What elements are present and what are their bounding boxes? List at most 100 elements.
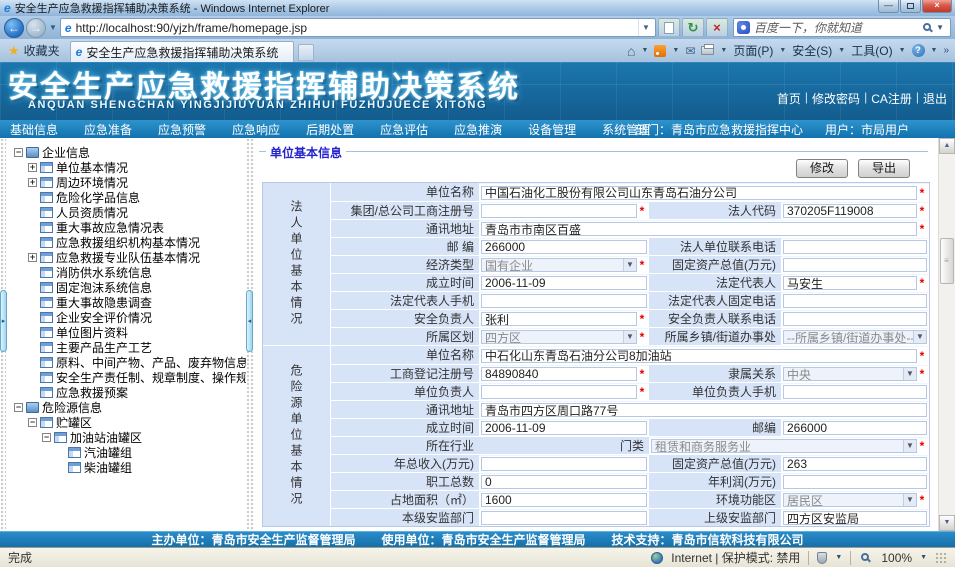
field-input[interactable] [783, 312, 927, 326]
feed-dropdown-icon[interactable]: ▼ [672, 47, 679, 54]
url-input[interactable] [76, 21, 638, 35]
nav-menu-item[interactable]: 应急推演 [454, 121, 502, 138]
tree-item[interactable]: 危险化学品信息 [6, 190, 246, 205]
maximize-button[interactable] [900, 0, 921, 13]
export-button[interactable]: 导出 [858, 159, 910, 178]
field-select[interactable]: 居民区▼ [783, 493, 917, 507]
search-icon[interactable] [923, 23, 931, 31]
address-dropdown-icon[interactable]: ▼ [638, 19, 653, 36]
more-commands-icon[interactable]: » [943, 45, 949, 56]
tree-expander-icon[interactable]: + [28, 163, 37, 172]
tree-item[interactable]: 应急救援预案 [6, 385, 246, 400]
tree-item[interactable]: 汽油罐组 [6, 445, 246, 460]
frame-splitter[interactable]: ◂ [246, 138, 254, 531]
tree-expander-icon[interactable]: − [42, 433, 51, 442]
search-options-icon[interactable]: ▼ [936, 23, 944, 32]
field-select[interactable]: 四方区▼ [481, 330, 637, 344]
search-box[interactable]: ▼ [733, 18, 951, 37]
minimize-button[interactable]: — [878, 0, 899, 13]
favorites-star-icon[interactable]: ★ [8, 43, 20, 59]
browser-tab[interactable]: e 安全生产应急救援指挥辅助决策系统 [70, 41, 294, 62]
help-icon[interactable]: ? [912, 44, 925, 57]
nav-menu-item[interactable]: 应急响应 [232, 121, 280, 138]
zoom-dropdown-icon[interactable]: ▼ [920, 554, 927, 561]
field-input[interactable] [481, 222, 917, 236]
field-input[interactable] [783, 511, 927, 525]
tree-item[interactable]: +周边环境情况 [6, 175, 246, 190]
field-input[interactable] [783, 258, 927, 272]
stop-button[interactable]: × [706, 18, 728, 37]
banner-link[interactable]: CA注册 [871, 90, 912, 107]
banner-link[interactable]: 修改密码 [812, 90, 860, 107]
forward-button[interactable]: → [26, 18, 46, 38]
field-input[interactable] [481, 312, 637, 326]
scrollbar-thumb[interactable]: ≡ [940, 238, 954, 284]
tree-item[interactable]: 安全生产责任制、规章制度、操作规程信息 [6, 370, 246, 385]
banner-link[interactable]: 首页 [777, 90, 801, 107]
field-input[interactable] [481, 186, 917, 200]
tree-item[interactable]: 应急救援组织机构基本情况 [6, 235, 246, 250]
tree-item[interactable]: 原料、中间产物、产品、废弃物信息 [6, 355, 246, 370]
banner-link[interactable]: 退出 [923, 90, 947, 107]
tree-item[interactable]: −企业信息 [6, 145, 246, 160]
search-input[interactable] [754, 21, 921, 35]
modify-button[interactable]: 修改 [796, 159, 848, 178]
refresh-button[interactable]: ↻ [682, 18, 704, 37]
tree-expander-icon[interactable]: + [28, 253, 37, 262]
tree-item[interactable]: −加油站油罐区 [6, 430, 246, 445]
scroll-up-icon[interactable]: ▲ [939, 138, 955, 154]
address-bar[interactable]: e ▼ [60, 18, 656, 37]
field-input[interactable] [783, 240, 927, 254]
page-dropdown-icon[interactable]: ▼ [779, 47, 786, 54]
tree-item[interactable]: 固定泡沫系统信息 [6, 280, 246, 295]
new-tab-button[interactable] [298, 44, 314, 61]
field-input[interactable] [481, 349, 917, 363]
tree-expander-icon[interactable]: − [14, 148, 23, 157]
print-dropdown-icon[interactable]: ▼ [720, 47, 727, 54]
field-input[interactable] [481, 276, 647, 290]
mail-icon[interactable]: ✉ [685, 44, 695, 58]
history-dropdown-icon[interactable]: ▼ [49, 23, 57, 32]
smartscreen-icon[interactable] [817, 552, 827, 564]
nav-menu-item[interactable]: 应急评估 [380, 121, 428, 138]
help-dropdown-icon[interactable]: ▼ [931, 47, 938, 54]
splitter-handle-left[interactable]: ▸ [0, 290, 7, 352]
nav-menu-item[interactable]: 应急准备 [84, 121, 132, 138]
field-input[interactable] [783, 421, 927, 435]
smartscreen-dropdown-icon[interactable]: ▼ [835, 554, 842, 561]
field-input[interactable] [481, 493, 647, 507]
tree-item[interactable]: 人员资质情况 [6, 205, 246, 220]
back-button[interactable]: ← [4, 18, 24, 38]
tree-expander-icon[interactable]: − [28, 418, 37, 427]
tree-item[interactable]: 消防供水系统信息 [6, 265, 246, 280]
zoom-level[interactable]: 100% [881, 551, 912, 565]
left-frame-splitter[interactable]: ▸ [0, 138, 6, 531]
resize-grip[interactable] [935, 552, 947, 564]
nav-menu-item[interactable]: 应急预警 [158, 121, 206, 138]
menu-page[interactable]: 页面(P) [733, 42, 773, 59]
compatibility-view-button[interactable] [658, 18, 680, 37]
field-input[interactable] [783, 204, 917, 218]
field-input[interactable] [783, 276, 917, 290]
feed-icon[interactable] [654, 45, 666, 57]
field-select[interactable]: 中央▼ [783, 367, 917, 381]
field-input[interactable] [481, 403, 927, 417]
field-input[interactable] [783, 385, 927, 399]
home-icon[interactable]: ⌂ [627, 44, 635, 58]
tools-dropdown-icon[interactable]: ▼ [899, 47, 906, 54]
field-input[interactable] [481, 385, 637, 399]
menu-tools[interactable]: 工具(O) [851, 42, 892, 59]
field-input[interactable] [481, 240, 647, 254]
tree-item[interactable]: 重大事故隐患调查 [6, 295, 246, 310]
nav-menu-item[interactable]: 后期处置 [306, 121, 354, 138]
home-dropdown-icon[interactable]: ▼ [641, 47, 648, 54]
field-input[interactable] [481, 367, 637, 381]
nav-menu-item[interactable]: 设备管理 [528, 121, 576, 138]
tree-item[interactable]: +应急救援专业队伍基本情况 [6, 250, 246, 265]
tree-item[interactable]: −危险源信息 [6, 400, 246, 415]
field-select[interactable]: --所属乡镇/街道办事处--▼ [783, 330, 927, 344]
field-input[interactable] [481, 204, 637, 218]
field-input[interactable] [783, 457, 927, 471]
field-input[interactable] [481, 457, 647, 471]
content-scrollbar[interactable]: ▲ ≡ ▼ [938, 138, 955, 531]
